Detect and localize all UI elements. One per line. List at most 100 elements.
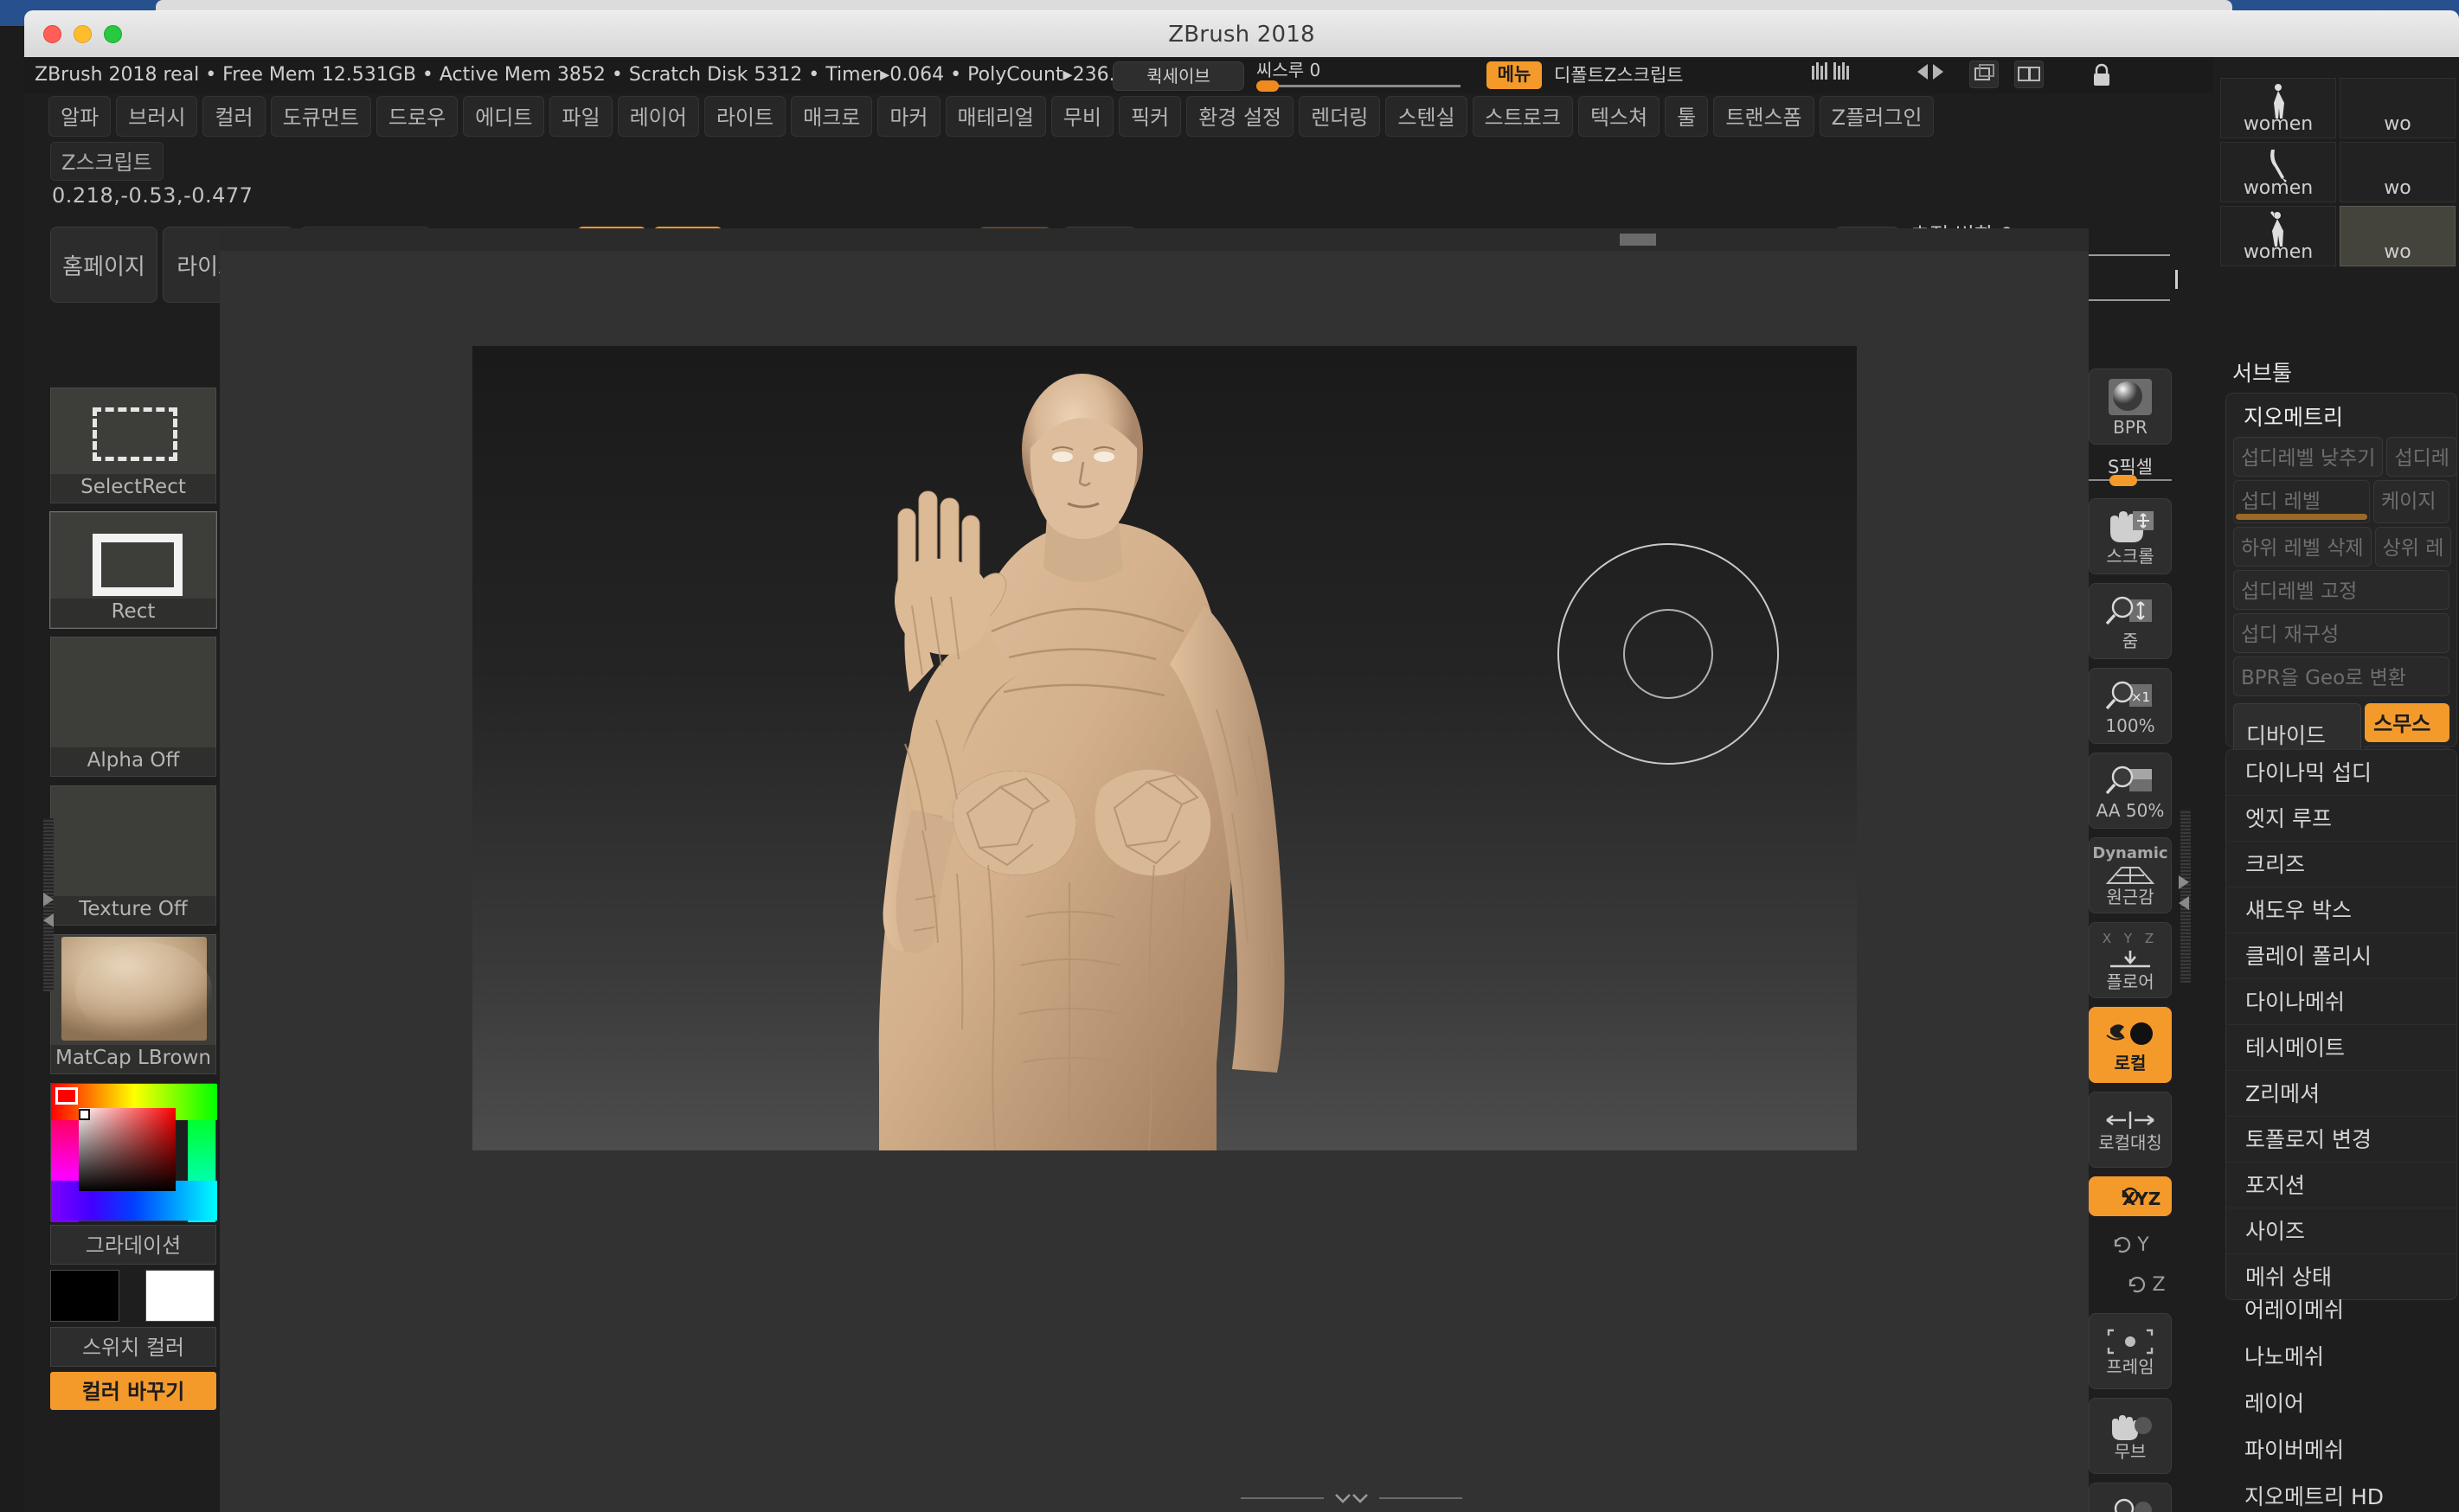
tool-cell-2[interactable]: women bbox=[2220, 142, 2336, 202]
home-button[interactable]: 홈페이지 bbox=[50, 227, 157, 303]
right-tray-arrows[interactable] bbox=[2175, 870, 2193, 919]
menu-material[interactable]: 매테리얼 bbox=[945, 95, 1046, 137]
menu-claypolish[interactable]: 클레이 폴리시 bbox=[2226, 933, 2456, 979]
rotate-y-button[interactable]: Y bbox=[2089, 1225, 2172, 1265]
smt-button[interactable]: 스무스 bbox=[2365, 703, 2449, 742]
secondary-color-swatch[interactable] bbox=[145, 1270, 215, 1322]
menu-stroke[interactable]: 스트로크 bbox=[1472, 95, 1573, 137]
texture-palette-item[interactable]: Texture Off bbox=[50, 785, 216, 926]
tool-cell-0[interactable]: women bbox=[2220, 78, 2336, 138]
sdiv-row-1[interactable]: 섭디레벨 낮추기 섭디레 bbox=[2226, 437, 2457, 480]
local-symmetry-button[interactable]: 로컬대칭 bbox=[2089, 1092, 2172, 1168]
menu-geometry-hd[interactable]: 지오메트리 HD bbox=[2225, 1472, 2457, 1512]
sdiv-row-2[interactable]: 섭디 레벨 케이지 bbox=[2226, 480, 2456, 527]
sdiv-row-5[interactable]: 섭디 재구성 bbox=[2226, 613, 2456, 657]
alpha-palette-item[interactable]: Alpha Off bbox=[50, 637, 216, 777]
higher-sdiv-button[interactable]: 섭디레 bbox=[2386, 437, 2457, 477]
menu-render[interactable]: 렌더링 bbox=[1299, 95, 1381, 137]
menu-shadowbox[interactable]: 섀도우 박스 bbox=[2226, 887, 2456, 933]
menu-layer[interactable]: 레이어 bbox=[617, 95, 699, 137]
move-view-button[interactable]: 무브 bbox=[2089, 1398, 2172, 1474]
bottom-menu-list[interactable]: 어레이메쉬 나노메쉬 레이어 파이버메쉬 지오메트리 HD 프리뷰 서페이스 bbox=[2225, 1285, 2457, 1512]
tool-cell-4[interactable]: women bbox=[2220, 206, 2336, 266]
freeze-sdiv-button[interactable]: 섭디레벨 고정 bbox=[2233, 570, 2449, 610]
spixel-slider[interactable]: S픽셀 bbox=[2089, 453, 2172, 488]
tool-cell-5-selected[interactable]: wo bbox=[2340, 206, 2456, 266]
frame-button[interactable]: 프레임 bbox=[2089, 1313, 2172, 1389]
switch-color-button[interactable]: 스위치 컬러 bbox=[50, 1327, 216, 1367]
scrollthru-track[interactable] bbox=[1256, 85, 1461, 87]
menu-brush[interactable]: 브러시 bbox=[116, 95, 198, 137]
bpr-render-button[interactable]: BPR bbox=[2089, 368, 2172, 445]
menu-toggle-button[interactable]: 메뉴 bbox=[1486, 61, 1542, 89]
matcap-thumb[interactable] bbox=[50, 934, 216, 1045]
menu-layers[interactable]: 레이어 bbox=[2225, 1379, 2457, 1426]
saturation-value-area[interactable] bbox=[79, 1108, 176, 1191]
zscript-button[interactable]: Z스크립트 bbox=[50, 142, 164, 181]
scale-view-button[interactable]: 스케일 bbox=[2089, 1483, 2172, 1512]
material-palette-item[interactable]: MatCap LBrown bbox=[50, 934, 216, 1074]
cage-button[interactable]: 케이지 bbox=[2373, 480, 2449, 523]
menu-arraymesh[interactable]: 어레이메쉬 bbox=[2225, 1285, 2457, 1332]
menu-draw[interactable]: 드로우 bbox=[376, 95, 459, 137]
actual-size-button[interactable]: ×1 100% bbox=[2089, 668, 2172, 744]
spixel-knob[interactable] bbox=[2109, 475, 2137, 486]
canvas-area[interactable] bbox=[220, 228, 2089, 1512]
menu-zplugin[interactable]: Z플러그인 bbox=[1819, 95, 1935, 137]
local-button[interactable]: 로컬 bbox=[2089, 1007, 2172, 1083]
delete-higher-button[interactable]: 상위 레 bbox=[2374, 527, 2452, 567]
tool-cell-3[interactable]: wo bbox=[2340, 142, 2456, 202]
next-arrow-icon[interactable] bbox=[1933, 64, 1943, 80]
document-canvas[interactable] bbox=[472, 346, 1857, 1150]
color-picker-cursor[interactable] bbox=[79, 1109, 90, 1120]
bpr-to-geo-button[interactable]: BPR을 Geo로 변환 bbox=[2233, 657, 2449, 696]
primary-color-swatch[interactable] bbox=[50, 1270, 119, 1322]
menu-modify-topology[interactable]: 토폴로지 변경 bbox=[2226, 1117, 2456, 1163]
menu-position[interactable]: 포지션 bbox=[2226, 1163, 2456, 1208]
menu-nanomesh[interactable]: 나노메쉬 bbox=[2225, 1332, 2457, 1379]
menu-file[interactable]: 파일 bbox=[549, 95, 613, 137]
lock-icon[interactable] bbox=[2090, 62, 2113, 88]
scrollthru-knob[interactable] bbox=[1256, 80, 1279, 92]
alpha-off-thumb[interactable] bbox=[50, 637, 216, 747]
sdiv-level-slider[interactable]: 섭디 레벨 bbox=[2233, 480, 2370, 523]
sdiv-row-3[interactable]: 하위 레벨 삭제 상위 레 bbox=[2226, 527, 2456, 570]
perspective-button[interactable]: Dynamic 원근감 bbox=[2089, 837, 2172, 913]
menu-zremesher[interactable]: Z리메셔 bbox=[2226, 1071, 2456, 1117]
menu-size[interactable]: 사이즈 bbox=[2226, 1208, 2456, 1254]
menu-preferences[interactable]: 환경 설정 bbox=[1186, 95, 1294, 137]
menu-dynamic-subdiv[interactable]: 다이나믹 섭디 bbox=[2226, 750, 2456, 796]
geometry-submenu-list[interactable]: 다이나믹 섭디 엣지 루프 크리즈 섀도우 박스 클레이 폴리시 다이나메쉬 테… bbox=[2225, 749, 2457, 1300]
left-tray-arrows[interactable] bbox=[40, 887, 57, 936]
tool-thumbnail-grid[interactable]: women wo women wo women wo bbox=[2220, 78, 2459, 266]
color-swatch-row[interactable] bbox=[50, 1270, 216, 1322]
aa-half-button[interactable]: AA 50% bbox=[2089, 753, 2172, 829]
menu-tessimate[interactable]: 테시메이트 bbox=[2226, 1025, 2456, 1071]
floor-button[interactable]: X Y Z 플로어 bbox=[2089, 922, 2172, 998]
menu-edit[interactable]: 에디트 bbox=[463, 95, 545, 137]
window-dual-icon[interactable] bbox=[2014, 61, 2044, 88]
texture-off-thumb[interactable] bbox=[50, 785, 216, 896]
menu-alpha[interactable]: 알파 bbox=[48, 95, 112, 137]
zscript-nav-arrows[interactable] bbox=[1917, 64, 1943, 80]
menu-fibermesh[interactable]: 파이버메쉬 bbox=[2225, 1426, 2457, 1472]
color-picker[interactable] bbox=[50, 1083, 217, 1222]
sdiv-row-6[interactable]: BPR을 Geo로 변환 bbox=[2226, 657, 2456, 700]
reconstruct-subdiv-button[interactable]: 섭디 재구성 bbox=[2233, 613, 2449, 653]
change-color-button[interactable]: 컬러 바꾸기 bbox=[50, 1372, 216, 1410]
main-menubar[interactable]: 알파 브러시 컬러 도큐먼트 드로우 에디트 파일 레이어 라이트 매크로 마커… bbox=[24, 95, 2459, 137]
xyz-button[interactable]: XYZ bbox=[2089, 1176, 2172, 1216]
menu-picker[interactable]: 픽커 bbox=[1119, 95, 1182, 137]
stroke-palette-item[interactable]: SelectRect bbox=[50, 388, 216, 503]
window-restore-icon[interactable] bbox=[1969, 61, 1999, 88]
scrollthru-slider[interactable]: 씨스루 0 bbox=[1256, 59, 1461, 93]
sdiv-row-4[interactable]: 섭디레벨 고정 bbox=[2226, 570, 2456, 613]
lower-sdiv-button[interactable]: 섭디레벨 낮추기 bbox=[2233, 437, 2384, 477]
menu-light[interactable]: 라이트 bbox=[703, 95, 786, 137]
menu-crease[interactable]: 크리즈 bbox=[2226, 842, 2456, 887]
menu-color[interactable]: 컬러 bbox=[202, 95, 266, 137]
menu-stencil[interactable]: 스텐실 bbox=[1385, 95, 1467, 137]
canvas-horizontal-scrollbar[interactable] bbox=[1620, 234, 1656, 246]
gradient-button[interactable]: 그라데이션 bbox=[50, 1225, 216, 1265]
menu-tool[interactable]: 툴 bbox=[1665, 95, 1709, 137]
